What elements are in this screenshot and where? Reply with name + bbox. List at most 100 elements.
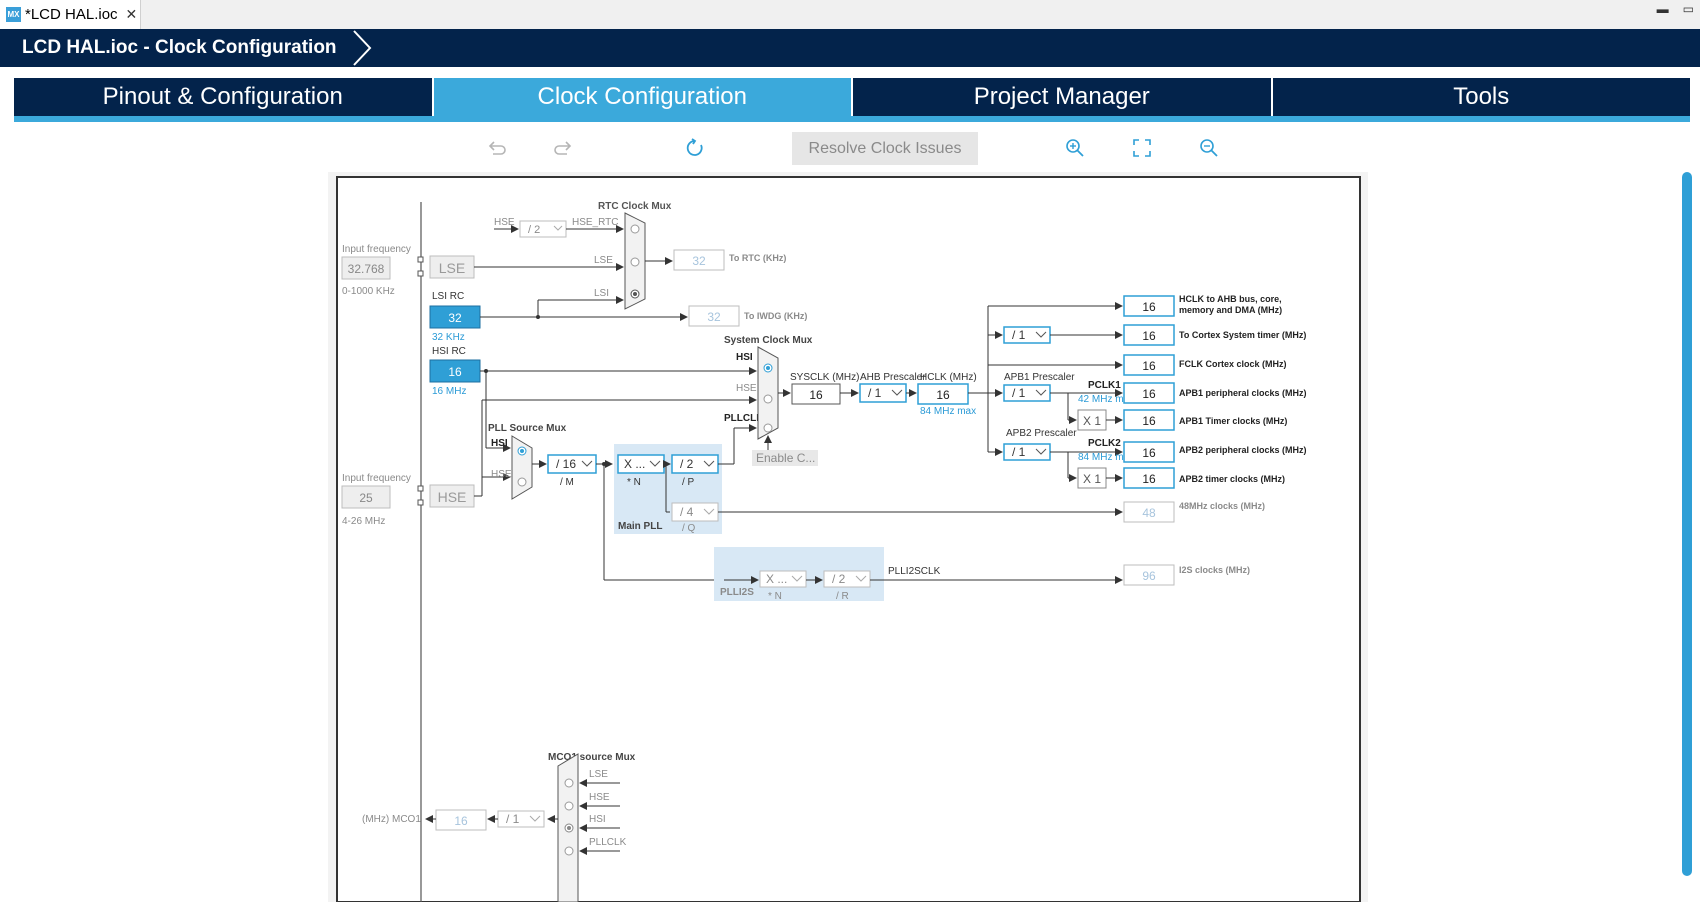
zoom-in-button[interactable] bbox=[1060, 130, 1090, 166]
mco1-output-value: 16 bbox=[454, 814, 468, 828]
hclk-ahb-output-label: HCLK to AHB bus, core, bbox=[1179, 294, 1282, 304]
pll-source-mux-title: PLL Source Mux bbox=[488, 423, 567, 434]
apb2-peripheral-output-label: APB2 peripheral clocks (MHz) bbox=[1179, 445, 1307, 455]
i2s-output-label: I2S clocks (MHz) bbox=[1179, 565, 1250, 575]
system-clock-mux-title: System Clock Mux bbox=[724, 335, 813, 346]
fclk-output-label: FCLK Cortex clock (MHz) bbox=[1179, 359, 1287, 369]
tab-tools[interactable]: Tools bbox=[1273, 78, 1691, 116]
mco1-hsi-label: HSI bbox=[589, 814, 606, 825]
page-title: LCD HAL.ioc - Clock Configuration bbox=[22, 37, 337, 58]
apb2-timer-multiplier-value: X 1 bbox=[1083, 472, 1101, 486]
pll-p-value: / 2 bbox=[680, 457, 694, 471]
pclk1-label: PCLK1 bbox=[1088, 380, 1121, 391]
hse-source-label: HSE bbox=[438, 489, 467, 505]
sys-mux-hsi-label: HSI bbox=[736, 352, 753, 363]
minimize-icon[interactable]: ▬ bbox=[1657, 2, 1669, 16]
breadcrumb-chevron-icon bbox=[353, 30, 372, 66]
apb2-prescaler-label: APB2 Prescaler bbox=[1006, 428, 1077, 439]
plli2s-n-label: * N bbox=[768, 591, 782, 602]
editor-tab-lcd-hal[interactable]: MX *LCD HAL.ioc ✕ bbox=[0, 0, 141, 29]
tab-project-manager[interactable]: Project Manager bbox=[853, 78, 1273, 116]
perspective-tabs: Pinout & Configuration Clock Configurati… bbox=[14, 78, 1690, 116]
maximize-icon[interactable]: ▭ bbox=[1683, 2, 1694, 16]
lse-range-label: 0-1000 KHz bbox=[342, 286, 395, 297]
lse-frequency-value: 32.768 bbox=[348, 262, 385, 276]
mco1-radio-hse[interactable] bbox=[564, 801, 574, 811]
pll-m-value: / 16 bbox=[556, 457, 576, 471]
apb2-prescaler-value: / 1 bbox=[1012, 445, 1026, 459]
apb2-peripheral-output-value: 16 bbox=[1142, 446, 1156, 460]
apb1-prescaler-label: APB1 Prescaler bbox=[1004, 372, 1075, 383]
main-pll-title: Main PLL bbox=[618, 521, 662, 532]
undo-button[interactable] bbox=[482, 130, 512, 166]
plli2s-title: PLLI2S bbox=[720, 587, 754, 598]
pll-p-label: / P bbox=[682, 477, 695, 488]
mco1-output-label: (MHz) MCO1 bbox=[362, 814, 421, 825]
lsi-rc-value: 32 bbox=[448, 311, 462, 325]
pll-mux-hse-label: HSE bbox=[491, 469, 512, 480]
breadcrumb-bar: LCD HAL.ioc - Clock Configuration bbox=[0, 29, 1700, 67]
pclk2-label: PCLK2 bbox=[1088, 438, 1121, 449]
redo-icon bbox=[554, 141, 572, 155]
apb1-timer-output-value: 16 bbox=[1142, 414, 1156, 428]
refresh-icon bbox=[686, 138, 703, 156]
hsi-rc-unit: 16 MHz bbox=[432, 386, 466, 397]
tab-clock-configuration[interactable]: Clock Configuration bbox=[433, 78, 853, 116]
rtc-mux-radio-lse[interactable] bbox=[630, 257, 640, 267]
fclk-output-value: 16 bbox=[1142, 359, 1156, 373]
rtc-hse-divider-value: / 2 bbox=[528, 224, 540, 236]
pll-mux-hsi-label: HSI bbox=[491, 438, 508, 449]
mco1-divider-value: / 1 bbox=[506, 812, 520, 826]
plli2s-n-value: X ... bbox=[766, 572, 787, 586]
resolve-clock-issues-button[interactable]: Resolve Clock Issues bbox=[792, 132, 978, 165]
clock-tree-diagram: Input frequency 32.768 0-1000 KHz LSE LS… bbox=[336, 176, 1361, 903]
hsi-rc-value: 16 bbox=[448, 365, 462, 379]
apb2-timer-output-value: 16 bbox=[1142, 472, 1156, 486]
hse-input-frequency-label: Input frequency bbox=[342, 473, 411, 484]
rtc-output-label: To RTC (KHz) bbox=[729, 253, 786, 263]
mco1-hse-label: HSE bbox=[589, 792, 610, 803]
apb1-peripheral-output-value: 16 bbox=[1142, 387, 1156, 401]
tab-pinout-configuration[interactable]: Pinout & Configuration bbox=[14, 78, 434, 116]
lse-input-frequency-label: Input frequency bbox=[342, 244, 411, 255]
hclk-ahb-output-label-2: memory and DMA (MHz) bbox=[1179, 305, 1282, 315]
mco1-radio-pllclk[interactable] bbox=[564, 846, 574, 856]
hse-frequency-value: 25 bbox=[359, 491, 373, 505]
zoom-in-icon bbox=[1066, 139, 1084, 157]
clock-toolbar: Resolve Clock Issues bbox=[0, 130, 1700, 166]
lsi-rc-title: LSI RC bbox=[432, 291, 464, 302]
ahb-prescaler-value: / 1 bbox=[868, 386, 882, 400]
rtc-lse-label: LSE bbox=[594, 255, 613, 266]
rtc-mux-radio-hse[interactable] bbox=[630, 224, 640, 234]
redo-button[interactable] bbox=[548, 130, 578, 166]
tabs-underline bbox=[14, 116, 1690, 122]
refresh-button[interactable] bbox=[680, 130, 710, 166]
mco1-radio-lse[interactable] bbox=[564, 778, 574, 788]
zoom-out-icon bbox=[1200, 139, 1218, 157]
mco1-pllclk-label: PLLCLK bbox=[589, 837, 627, 848]
pll-n-label: * N bbox=[627, 477, 641, 488]
fit-screen-icon bbox=[1133, 139, 1151, 157]
ahb-prescaler-label: AHB Prescaler bbox=[860, 372, 926, 383]
rtc-hse-input-label: HSE bbox=[494, 217, 515, 228]
rtc-output-value: 32 bbox=[692, 254, 706, 268]
pll-mux-radio-hse[interactable] bbox=[517, 477, 527, 487]
apb1-prescaler-value: / 1 bbox=[1012, 386, 1026, 400]
rtc-lsi-label: LSI bbox=[594, 288, 609, 299]
plli2s-r-label: / R bbox=[836, 591, 849, 602]
sys-mux-radio-hse[interactable] bbox=[763, 394, 773, 404]
iwdg-output-value: 32 bbox=[707, 310, 721, 324]
pll-q-label: / Q bbox=[682, 523, 696, 534]
hclk-max-label: 84 MHz max bbox=[920, 406, 976, 417]
vertical-scrollbar[interactable] bbox=[1682, 172, 1692, 876]
mco1-mux-title: MCO1 source Mux bbox=[548, 752, 636, 763]
iwdg-output-label: To IWDG (KHz) bbox=[744, 311, 807, 321]
zoom-out-button[interactable] bbox=[1194, 130, 1224, 166]
plli2s-r-value: / 2 bbox=[832, 572, 846, 586]
close-icon[interactable]: ✕ bbox=[126, 6, 138, 23]
editor-tab-label: *LCD HAL.ioc bbox=[25, 6, 118, 23]
fit-to-screen-button[interactable] bbox=[1127, 130, 1157, 166]
rtc-mux-title: RTC Clock Mux bbox=[598, 201, 672, 212]
diagram-frame bbox=[336, 176, 1361, 903]
sys-mux-radio-pllclk[interactable] bbox=[763, 423, 773, 433]
